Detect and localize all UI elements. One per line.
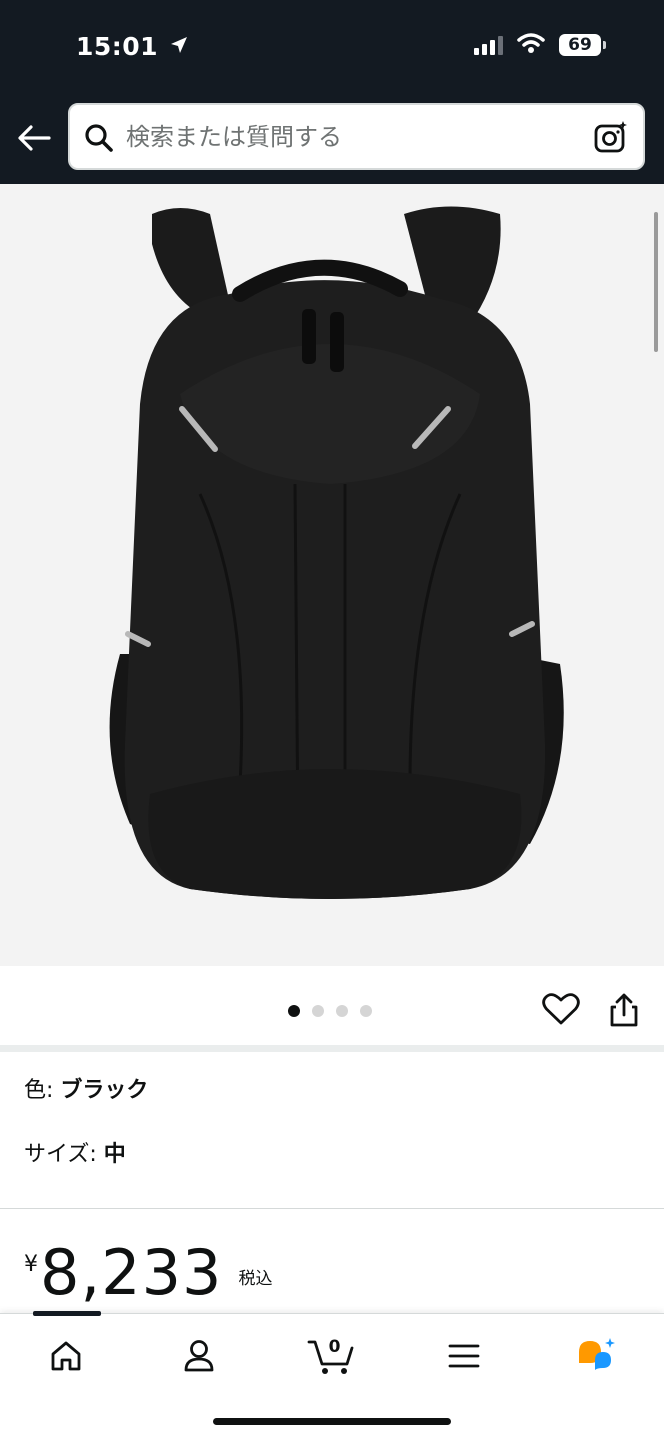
size-label: サイズ:: [24, 1142, 104, 1167]
carousel-dots[interactable]: [288, 1005, 372, 1017]
price-tax-note: 税込: [238, 1269, 273, 1289]
search-input[interactable]: [126, 113, 576, 161]
carousel-dot-1[interactable]: [288, 1005, 300, 1017]
search-icon: [84, 123, 114, 157]
section-divider-thin: [0, 1208, 664, 1209]
nav-rufus[interactable]: [566, 1334, 626, 1378]
cellular-signal-icon: [474, 35, 503, 55]
search-bar[interactable]: [68, 103, 645, 170]
color-variation[interactable]: 色: ブラック: [24, 1072, 148, 1104]
carousel-dot-2[interactable]: [312, 1005, 324, 1017]
nav-account[interactable]: [169, 1334, 229, 1378]
size-variation[interactable]: サイズ: 中: [24, 1136, 126, 1168]
account-icon: [184, 1340, 214, 1372]
nav-home[interactable]: [36, 1334, 96, 1378]
status-time-text: 15:01: [76, 32, 159, 61]
arrow-left-icon: [18, 125, 51, 151]
active-tab-indicator: [33, 1311, 101, 1316]
carousel-dot-4[interactable]: [360, 1005, 372, 1017]
battery-level: 69: [559, 34, 601, 56]
backpack-image: [109, 206, 564, 900]
rufus-icon: [579, 1338, 615, 1370]
wishlist-heart-icon[interactable]: [542, 992, 580, 1030]
menu-icon: [448, 1344, 480, 1368]
section-divider: [0, 1045, 664, 1052]
status-time: 15:01: [76, 32, 189, 61]
color-label: 色:: [24, 1078, 61, 1103]
back-button[interactable]: [14, 116, 54, 160]
nav-cart[interactable]: 0: [301, 1334, 361, 1378]
price-amount: 8,233: [40, 1236, 223, 1309]
cart-count: 0: [329, 1337, 341, 1357]
cart-icon: 0: [307, 1337, 354, 1374]
location-arrow-icon: [169, 32, 189, 61]
status-indicators: 69: [474, 32, 606, 58]
carousel-dot-3[interactable]: [336, 1005, 348, 1017]
wifi-icon: [517, 32, 545, 58]
price-currency-symbol: ¥: [24, 1252, 38, 1277]
app-header: 15:01 69: [0, 0, 664, 184]
size-value: 中: [103, 1142, 126, 1167]
camera-search-icon[interactable]: [593, 119, 629, 159]
product-price: ¥ 8,233 税込: [24, 1238, 273, 1308]
home-icon: [51, 1341, 81, 1371]
product-image[interactable]: [0, 184, 664, 966]
image-carousel-controls: [0, 966, 664, 1048]
home-indicator-bar: [213, 1418, 451, 1425]
battery-icon: 69: [559, 34, 606, 56]
color-value: ブラック: [60, 1078, 149, 1103]
nav-menu[interactable]: [434, 1334, 494, 1378]
image-scrollbar[interactable]: [654, 212, 658, 352]
share-icon[interactable]: [606, 992, 642, 1032]
